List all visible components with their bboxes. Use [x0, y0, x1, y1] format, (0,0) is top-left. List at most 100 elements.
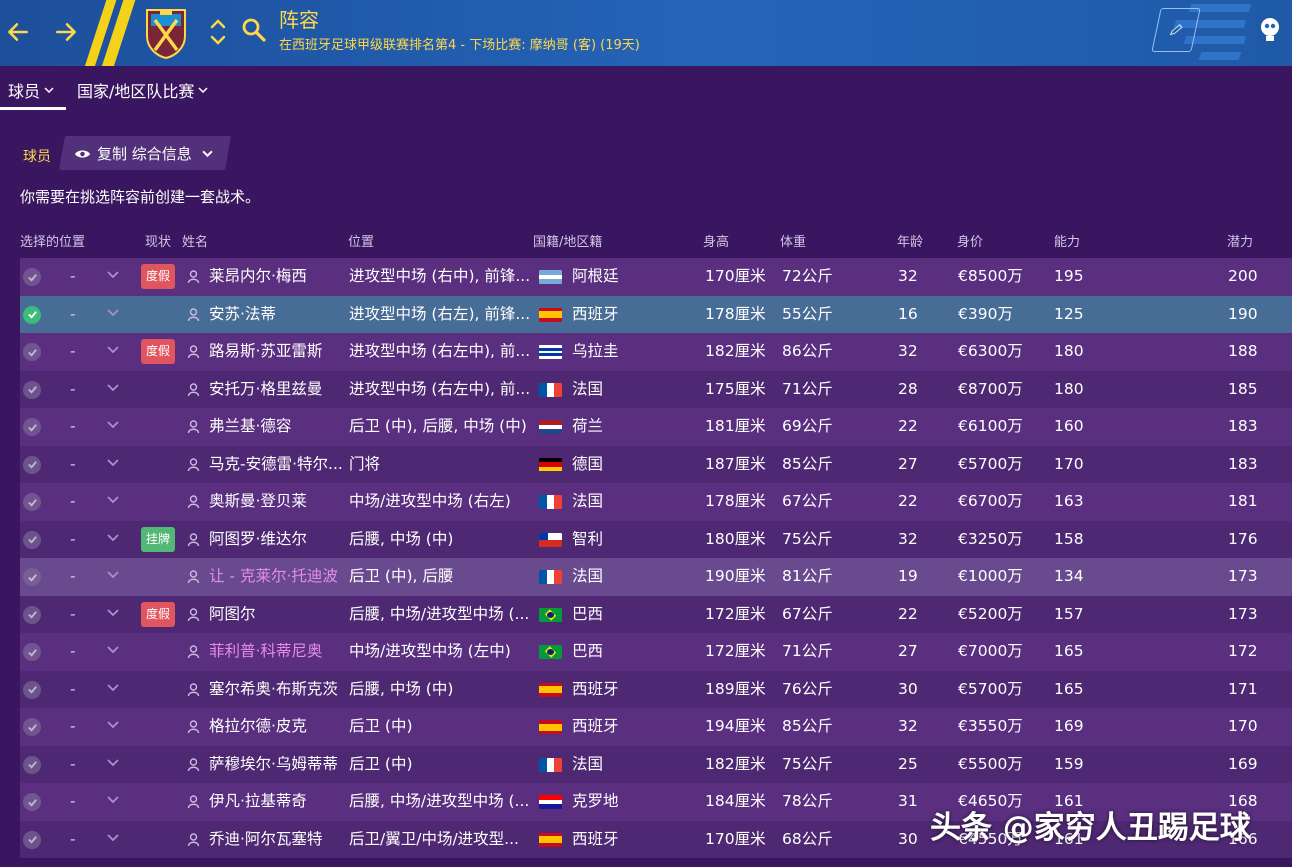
check-icon[interactable] — [23, 418, 41, 436]
back-arrow-icon[interactable] — [0, 14, 36, 50]
player-name[interactable]: 乔迪·阿尔瓦塞特 — [209, 821, 359, 859]
player-potential: 183 — [1228, 417, 1258, 435]
avatar-icon[interactable] — [1258, 16, 1282, 42]
player-name[interactable]: 让 - 克莱尔·托迪波 — [209, 558, 359, 596]
status-badge[interactable]: 度假 — [141, 601, 175, 627]
chevron-down-icon[interactable] — [106, 308, 120, 318]
chevron-down-icon[interactable] — [106, 608, 120, 618]
chevron-down-icon[interactable] — [106, 683, 120, 693]
col-header-potential[interactable]: 潜力 — [1227, 231, 1253, 250]
table-row[interactable]: - 度假 路易斯·苏亚雷斯 进攻型中场 (右左中), 前... 乌拉圭 182厘… — [20, 333, 1292, 371]
chevron-down-icon[interactable] — [106, 795, 120, 805]
check-icon[interactable] — [23, 793, 41, 811]
table-row[interactable]: - 挂牌 阿图罗·维达尔 后腰, 中场 (中) 智利 180厘米 75公斤 32… — [20, 520, 1292, 559]
club-crest-icon[interactable] — [143, 6, 189, 60]
table-row[interactable]: - 奥斯曼·登贝莱 中场/进攻型中场 (右左) 法国 178厘米 67公斤 22… — [20, 483, 1292, 521]
table-row[interactable]: - 安托万·格里兹曼 进攻型中场 (右左中), 前... 法国 175厘米 71… — [20, 370, 1292, 409]
check-icon[interactable] — [23, 718, 41, 736]
chevron-down-icon[interactable] — [106, 720, 120, 730]
player-name[interactable]: 格拉尔德·皮克 — [209, 708, 359, 746]
selected-position: - — [70, 717, 76, 735]
check-icon[interactable] — [23, 455, 41, 474]
chevron-down-icon[interactable] — [106, 758, 120, 768]
table-row[interactable]: - 马克-安德雷·特尔... 门将 德国 187厘米 85公斤 27 €5700… — [20, 445, 1292, 484]
player-name[interactable]: 莱昂内尔·梅西 — [209, 258, 359, 296]
player-name[interactable]: 阿图罗·维达尔 — [209, 521, 359, 559]
search-icon[interactable] — [240, 16, 268, 44]
chevron-down-icon[interactable] — [106, 458, 120, 468]
person-icon — [187, 495, 200, 509]
status-badge[interactable]: 度假 — [141, 264, 175, 289]
check-icon[interactable] — [23, 305, 41, 324]
chevron-down-icon[interactable] — [106, 420, 120, 430]
player-name[interactable]: 阿图尔 — [209, 596, 359, 634]
col-header-position[interactable]: 位置 — [348, 231, 374, 250]
col-header-value[interactable]: 身价 — [957, 231, 983, 250]
player-name[interactable]: 路易斯·苏亚雷斯 — [209, 333, 359, 371]
chevron-down-icon[interactable] — [106, 383, 120, 393]
player-name[interactable]: 萨穆埃尔·乌姆蒂蒂 — [209, 746, 359, 784]
table-row[interactable]: - 让 - 克莱尔·托迪波 后卫 (中), 后腰 法国 190厘米 81公斤 1… — [20, 558, 1292, 596]
table-row[interactable]: - 度假 莱昂内尔·梅西 进攻型中场 (右中), 前锋... 阿根廷 170厘米… — [20, 258, 1292, 296]
player-name[interactable]: 安托万·格里兹曼 — [209, 371, 359, 409]
check-icon[interactable] — [23, 568, 41, 586]
check-icon[interactable] — [23, 493, 41, 511]
check-icon[interactable] — [23, 380, 41, 399]
col-header-status[interactable]: 现状 — [145, 231, 171, 250]
player-value: €6100万 — [958, 417, 1023, 435]
chevron-down-icon[interactable] — [106, 570, 120, 580]
chevron-down-icon[interactable] — [106, 645, 120, 655]
tab-national-matches[interactable]: 国家/地区队比赛 — [77, 78, 208, 102]
chevron-down-icon[interactable] — [106, 533, 120, 543]
check-icon[interactable] — [23, 268, 41, 286]
status-badge[interactable]: 挂牌 — [141, 526, 175, 552]
tab-players[interactable]: 球员 — [8, 78, 54, 102]
player-name[interactable]: 奥斯曼·登贝莱 — [209, 483, 359, 521]
edit-button[interactable] — [1151, 8, 1201, 52]
player-potential: 169 — [1228, 754, 1258, 773]
player-potential: 200 — [1228, 267, 1258, 285]
col-header-name[interactable]: 姓名 — [182, 231, 208, 250]
page-subtitle: 在西班牙足球甲级联赛排名第4 - 下场比赛: 摩纳哥 (客) (19天) — [279, 38, 640, 53]
top-header: 阵容 在西班牙足球甲级联赛排名第4 - 下场比赛: 摩纳哥 (客) (19天) — [0, 0, 1292, 66]
table-row[interactable]: - 弗兰基·德容 后卫 (中), 后腰, 中场 (中) 荷兰 181厘米 69公… — [20, 408, 1292, 446]
col-header-nationality[interactable]: 国籍/地区籍 — [533, 231, 602, 250]
table-row[interactable]: - 萨穆埃尔·乌姆蒂蒂 后卫 (中) 法国 182厘米 75公斤 25 €550… — [20, 745, 1292, 784]
col-header-ability[interactable]: 能力 — [1054, 231, 1080, 250]
table-row[interactable]: - 塞尔希奥·布斯克茨 后腰, 中场 (中) 西班牙 189厘米 76公斤 30… — [20, 670, 1292, 709]
check-icon[interactable] — [23, 530, 41, 549]
player-value: €3550万 — [958, 717, 1023, 735]
status-badge[interactable]: 度假 — [141, 339, 175, 364]
col-header-age[interactable]: 年龄 — [897, 231, 923, 250]
chevron-down-icon[interactable] — [106, 833, 120, 843]
up-down-icon[interactable] — [207, 14, 229, 50]
check-icon[interactable] — [23, 680, 41, 699]
player-name[interactable]: 弗兰基·德容 — [209, 408, 359, 446]
chevron-down-icon[interactable] — [106, 270, 120, 280]
col-header-height[interactable]: 身高 — [703, 231, 729, 250]
check-icon[interactable] — [23, 755, 41, 774]
table-row[interactable]: - 度假 阿图尔 后腰, 中场/进攻型中场 (... 巴西 172厘米 67公斤… — [20, 595, 1292, 634]
check-icon[interactable] — [23, 343, 41, 361]
player-name[interactable]: 伊凡·拉基蒂奇 — [209, 783, 359, 821]
col-header-selection[interactable]: 选择的位置 — [20, 231, 85, 250]
view-selector-content[interactable]: 复制 综合信息 — [74, 143, 213, 164]
chevron-down-icon[interactable] — [106, 345, 120, 355]
col-header-weight[interactable]: 体重 — [780, 231, 806, 250]
table-row[interactable]: - 格拉尔德·皮克 后卫 (中) 西班牙 194厘米 85公斤 32 €3550… — [20, 708, 1292, 746]
table-row[interactable]: - 安苏·法蒂 进攻型中场 (右左), 前锋... 西班牙 178厘米 55公斤… — [20, 295, 1292, 334]
player-age: 32 — [898, 267, 918, 285]
check-icon[interactable] — [23, 605, 41, 624]
table-row[interactable]: - 菲利普·科蒂尼奥 中场/进攻型中场 (左中) 巴西 172厘米 71公斤 2… — [20, 633, 1292, 671]
check-icon[interactable] — [23, 830, 41, 849]
forward-arrow-icon[interactable] — [48, 14, 84, 50]
player-name[interactable]: 塞尔希奥·布斯克茨 — [209, 671, 359, 709]
player-ability: 180 — [1054, 379, 1084, 398]
check-icon[interactable] — [23, 643, 41, 661]
person-icon — [187, 345, 200, 359]
player-name[interactable]: 马克-安德雷·特尔... — [209, 446, 359, 484]
chevron-down-icon[interactable] — [106, 495, 120, 505]
player-name[interactable]: 安苏·法蒂 — [209, 296, 359, 334]
player-name[interactable]: 菲利普·科蒂尼奥 — [209, 633, 359, 671]
flag-icon — [539, 607, 562, 622]
